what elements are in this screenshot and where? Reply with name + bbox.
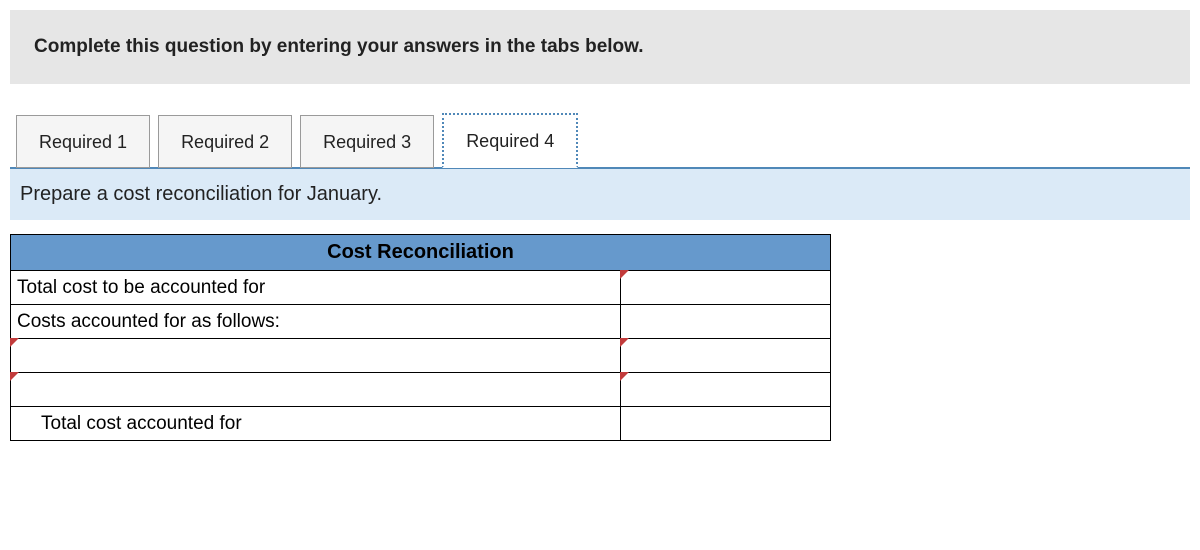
row-label-blank-1[interactable] — [11, 339, 621, 373]
row-label-blank-2[interactable] — [11, 373, 621, 407]
input-marker-icon — [620, 338, 629, 347]
tab-required-1[interactable]: Required 1 — [16, 115, 150, 168]
row-label-total-to-account: Total cost to be accounted for — [11, 271, 621, 305]
tab-required-4[interactable]: Required 4 — [442, 113, 578, 168]
table-row: Total cost to be accounted for — [11, 271, 831, 305]
tabs-row: Required 1 Required 2 Required 3 Require… — [10, 112, 1190, 169]
row-value-blank-1[interactable] — [621, 339, 831, 373]
prompt-bar: Prepare a cost reconciliation for Januar… — [10, 169, 1190, 220]
tab-required-3[interactable]: Required 3 — [300, 115, 434, 168]
row-value-costs-follows — [621, 305, 831, 339]
cost-reconciliation-table: Cost Reconciliation Total cost to be acc… — [10, 234, 831, 441]
row-value-total-to-account[interactable] — [621, 271, 831, 305]
input-marker-icon — [620, 270, 629, 279]
row-value-total-accounted — [621, 407, 831, 441]
table-row — [11, 373, 831, 407]
table-row: Total cost accounted for — [11, 407, 831, 441]
input-marker-icon — [620, 372, 629, 381]
input-marker-icon — [10, 372, 19, 381]
table-row: Costs accounted for as follows: — [11, 305, 831, 339]
row-label-costs-follows: Costs accounted for as follows: — [11, 305, 621, 339]
table-header: Cost Reconciliation — [11, 235, 831, 271]
tab-required-2[interactable]: Required 2 — [158, 115, 292, 168]
table-row — [11, 339, 831, 373]
row-label-total-accounted: Total cost accounted for — [11, 407, 621, 441]
instruction-bar: Complete this question by entering your … — [10, 10, 1190, 84]
input-marker-icon — [10, 338, 19, 347]
row-value-blank-2[interactable] — [621, 373, 831, 407]
